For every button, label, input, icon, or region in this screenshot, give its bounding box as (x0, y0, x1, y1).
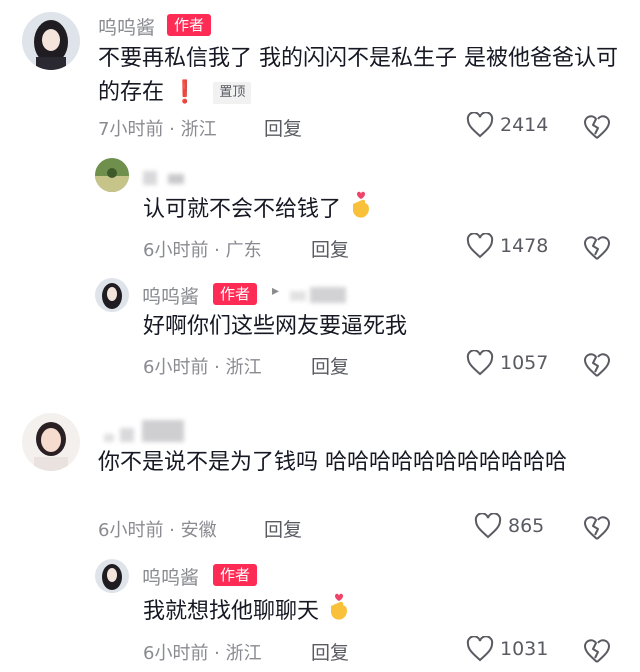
comment-meta: 6小时前 · 浙江 (143, 357, 262, 378)
avatar[interactable] (22, 12, 80, 70)
finger-heart-icon (331, 593, 347, 620)
like-button[interactable]: 865 (474, 513, 544, 539)
comment-item: 你不是说不是为了钱吗 哈哈哈哈哈哈哈哈哈哈哈 6小时前 · 安徽 回复 865 (0, 400, 640, 550)
reply-item: 呜呜酱 作者 ▸ 好啊你们这些网友要逼死我 6小时前 · 浙江 回复 1057 (0, 270, 640, 390)
author-badge: 作者 (213, 564, 258, 586)
redacted-username (143, 171, 157, 185)
redacted-username (290, 291, 306, 301)
comment-text: 你不是说不是为了钱吗 哈哈哈哈哈哈哈哈哈哈哈 (98, 446, 608, 480)
comment-text: 不要再私信我了 我的闪闪不是私生子 是被他爸爸认可的存在 ❗ 置顶 (98, 42, 618, 110)
reply-item: 呜呜酱 作者 我就想找他聊聊天 6小时前 · 浙江 回复 1031 (0, 550, 640, 672)
like-count: 865 (508, 515, 545, 537)
like-count: 1057 (500, 352, 549, 374)
comment-text: 好啊你们这些网友要逼死我 (143, 310, 583, 344)
comment-meta: 6小时前 · 广东 (143, 240, 262, 261)
reply-item: 认可就不会不给钱了 6小时前 · 广东 回复 1478 (0, 150, 640, 270)
avatar[interactable] (22, 413, 80, 471)
comment-text: 我就想找他聊聊天 (143, 592, 583, 629)
comment-text: 认可就不会不给钱了 (143, 190, 583, 227)
heart-icon (466, 350, 494, 376)
comment-item: 呜呜酱 作者 不要再私信我了 我的闪闪不是私生子 是被他爸爸认可的存在 ❗ 置顶… (0, 0, 640, 150)
like-count: 1478 (500, 235, 549, 257)
heart-icon (474, 513, 502, 539)
username[interactable]: 呜呜酱 (142, 563, 199, 590)
heart-icon (466, 112, 494, 138)
alert-glyph: ❗ (171, 80, 199, 105)
heart-icon (466, 636, 494, 662)
comment-text-content: 我就想找他聊聊天 (143, 599, 320, 624)
like-button[interactable]: 1478 (466, 233, 548, 259)
redacted-username (104, 434, 114, 442)
comment-text-content: 你不是说不是为了钱吗 哈哈哈哈哈哈哈哈哈哈哈 (98, 450, 567, 475)
broken-heart-icon[interactable] (583, 351, 611, 379)
redacted-username (168, 174, 184, 184)
broken-heart-icon[interactable] (583, 514, 611, 542)
heart-icon (466, 233, 494, 259)
pinned-badge: 置顶 (213, 82, 252, 104)
comment-meta: 7小时前 · 浙江 (98, 119, 217, 140)
broken-heart-icon[interactable] (583, 637, 611, 665)
like-button[interactable]: 1031 (466, 636, 548, 662)
reply-button[interactable]: 回复 (311, 352, 349, 379)
avatar[interactable] (95, 559, 129, 593)
like-count: 2414 (500, 114, 549, 136)
avatar[interactable] (95, 158, 129, 192)
comment-text-content: 好啊你们这些网友要逼死我 (143, 314, 408, 339)
finger-heart-icon (353, 191, 369, 218)
author-badge: 作者 (167, 14, 212, 36)
redacted-username (120, 428, 134, 442)
reply-button[interactable]: 回复 (264, 515, 302, 542)
reply-button[interactable]: 回复 (264, 114, 302, 141)
like-button[interactable]: 1057 (466, 350, 548, 376)
comment-text-content: 认可就不会不给钱了 (143, 197, 342, 222)
author-badge: 作者 (213, 283, 258, 305)
like-button[interactable]: 2414 (466, 112, 548, 138)
username[interactable]: 呜呜酱 (142, 282, 199, 309)
like-count: 1031 (500, 638, 549, 660)
reply-button[interactable]: 回复 (311, 235, 349, 262)
comment-meta: 6小时前 · 安徽 (98, 520, 217, 541)
broken-heart-icon[interactable] (583, 234, 611, 262)
reply-button[interactable]: 回复 (311, 638, 349, 665)
comment-meta: 6小时前 · 浙江 (143, 643, 262, 664)
reply-arrow-icon: ▸ (272, 283, 280, 299)
avatar[interactable] (95, 278, 129, 312)
redacted-username (142, 420, 184, 442)
username[interactable]: 呜呜酱 (98, 13, 155, 40)
broken-heart-icon[interactable] (583, 113, 611, 141)
redacted-username (310, 287, 346, 303)
